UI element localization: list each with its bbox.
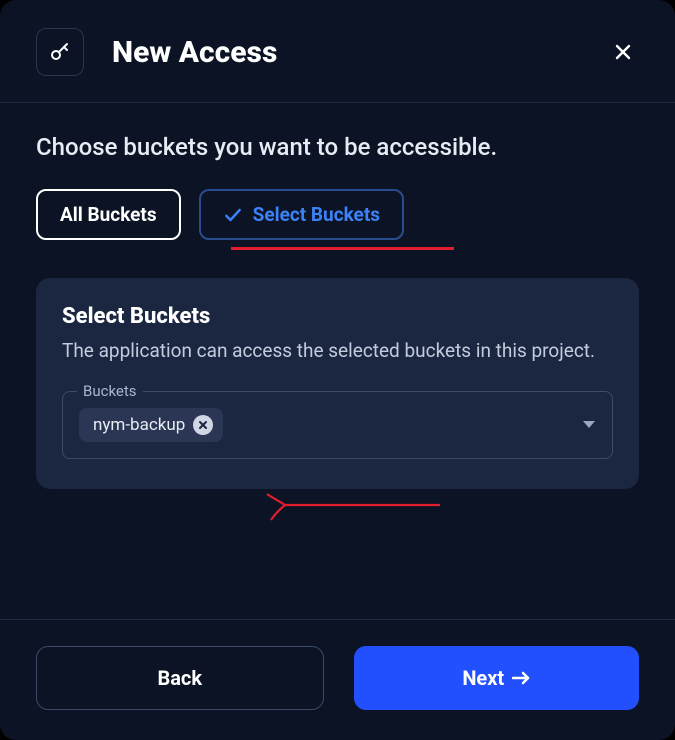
modal: New Access Choose buckets you want to be… (0, 0, 675, 740)
tab-label: All Buckets (60, 203, 157, 226)
buckets-legend: Buckets (77, 382, 143, 400)
dropdown-toggle[interactable] (582, 415, 596, 434)
card-description: The application can access the selected … (62, 337, 613, 365)
back-button[interactable]: Back (36, 646, 324, 710)
x-icon (198, 420, 208, 430)
annotation-underline (231, 247, 454, 250)
modal-footer: Back Next (0, 619, 675, 740)
card-title: Select Buckets (62, 304, 613, 329)
scope-tabs: All Buckets Select Buckets (36, 189, 639, 240)
modal-title: New Access (112, 35, 607, 70)
section-subtitle: Choose buckets you want to be accessible… (36, 133, 639, 161)
next-button-label: Next (462, 666, 504, 690)
close-icon (614, 43, 632, 61)
bucket-chip-label: nym-backup (93, 415, 185, 435)
tab-label: Select Buckets (253, 203, 380, 226)
modal-body: Choose buckets you want to be accessible… (0, 103, 675, 619)
next-button[interactable]: Next (354, 646, 640, 710)
chevron-down-icon (582, 420, 596, 430)
buckets-chip-row: nym-backup (79, 408, 596, 442)
buckets-select[interactable]: Buckets nym-backup (62, 391, 613, 459)
key-icon (48, 40, 72, 64)
back-button-label: Back (157, 666, 202, 690)
modal-header: New Access (0, 0, 675, 103)
chip-remove-button[interactable] (193, 415, 213, 435)
select-buckets-card: Select Buckets The application can acces… (36, 278, 639, 489)
arrow-right-icon (512, 671, 530, 685)
check-icon (223, 205, 243, 225)
bucket-chip: nym-backup (79, 408, 223, 442)
tab-select-buckets[interactable]: Select Buckets (199, 189, 404, 240)
key-icon-box (36, 28, 84, 76)
close-button[interactable] (607, 36, 639, 68)
tab-all-buckets[interactable]: All Buckets (36, 189, 181, 240)
